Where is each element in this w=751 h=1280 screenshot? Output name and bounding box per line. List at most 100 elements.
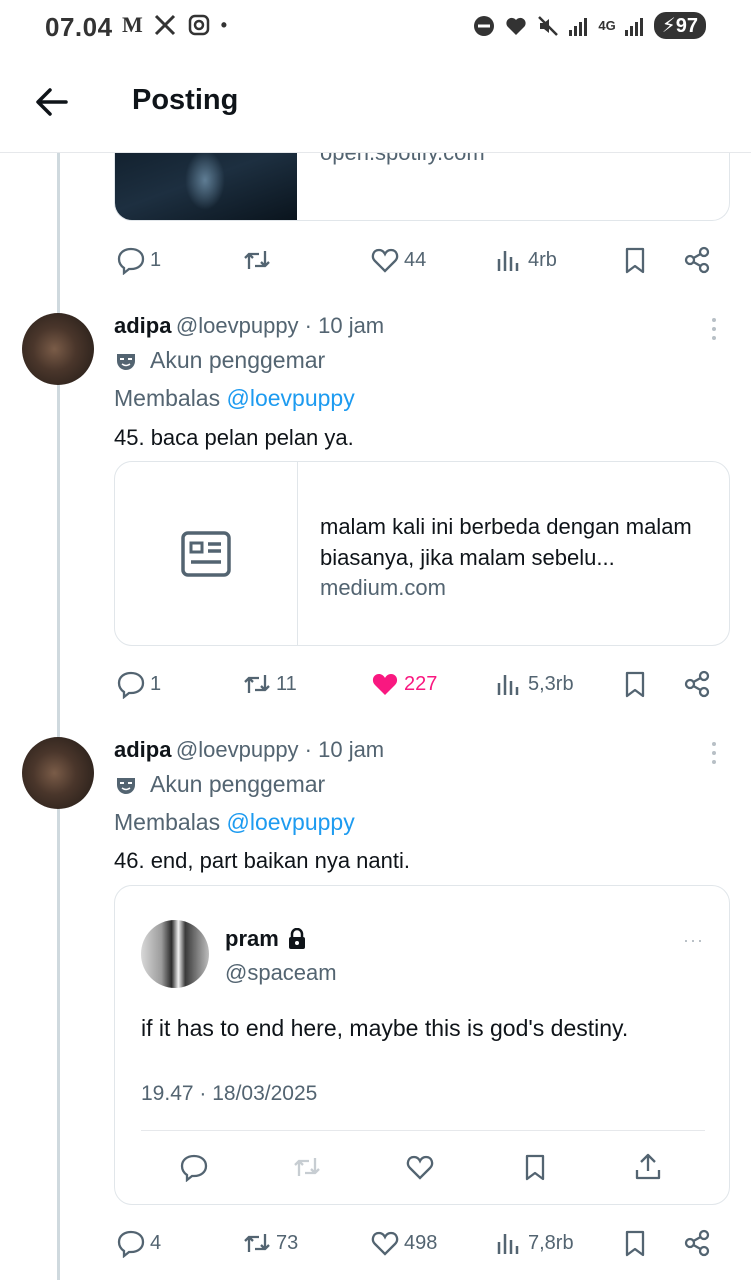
back-arrow-icon[interactable] [32, 82, 72, 122]
article-icon [181, 530, 231, 577]
views-icon [497, 1234, 519, 1254]
author-handle-time: @loevpuppy · 10 jam [175, 313, 385, 338]
action-bar: 1 11 227 5,3rb [114, 664, 714, 704]
avatar[interactable] [22, 737, 94, 809]
network-type: 4G [598, 17, 616, 33]
reply-prefix: Membalas [114, 809, 221, 835]
like-count: 227 [404, 672, 438, 695]
views-button[interactable]: 5,3rb [494, 664, 574, 704]
bookmark-button[interactable] [620, 664, 650, 704]
link-domain: medium.com [320, 575, 446, 600]
like-button[interactable]: 44 [370, 240, 426, 280]
lock-icon [288, 928, 305, 949]
header-overlay: Posting [0, 56, 751, 153]
share-button[interactable] [682, 664, 712, 704]
like-button[interactable]: 227 [370, 664, 437, 704]
fan-account-label: Akun penggemar [114, 771, 325, 798]
views-count: 7,8rb [528, 1231, 574, 1254]
views-icon [497, 251, 519, 271]
link-title: malam kali ini berbeda dengan malam bias… [320, 514, 692, 570]
retweet-icon [244, 251, 270, 269]
reply-icon [117, 247, 145, 275]
tweet-text: 45. baca pelan pelan ya. [114, 425, 354, 450]
retweet-count: 11 [276, 672, 297, 695]
tweet-header: adipa @loevpuppy · 10 jam [114, 737, 384, 763]
reply-icon[interactable] [179, 1152, 209, 1182]
reply-mention-link[interactable]: @loevpuppy [227, 809, 355, 835]
quoted-avatar[interactable] [141, 920, 209, 988]
retweet-button[interactable]: 11 [242, 664, 297, 704]
reply-icon [117, 1230, 145, 1258]
author-name[interactable]: adipa [114, 737, 171, 762]
bookmark-icon [625, 247, 645, 274]
tweet-text: 46. end, part baikan nya nanti. [114, 848, 410, 873]
like-button[interactable]: 498 [370, 1223, 437, 1263]
retweet-icon [244, 675, 270, 693]
retweet-count: 73 [276, 1231, 299, 1254]
instagram-notification-icon [188, 14, 210, 36]
status-bar: 07.04 M • 4G ⚡97 [0, 0, 751, 56]
quoted-more-icon[interactable]: ··· [683, 930, 704, 951]
fan-account-text: Akun penggemar [150, 771, 326, 797]
reply-button[interactable]: 1 [116, 240, 161, 280]
retweet-icon [244, 1234, 270, 1252]
reply-button[interactable]: 1 [116, 664, 161, 704]
action-bar: 4 73 498 7,8rb [114, 1223, 714, 1263]
reply-mention-link[interactable]: @loevpuppy [227, 385, 355, 411]
battery-indicator: ⚡97 [653, 12, 706, 39]
heart-filled-icon [372, 674, 398, 695]
mute-icon [538, 15, 559, 36]
views-count: 4rb [528, 248, 557, 271]
views-button[interactable]: 7,8rb [494, 1223, 574, 1263]
author-handle-time: @loevpuppy · 10 jam [175, 737, 385, 762]
views-button[interactable]: 4rb [494, 240, 557, 280]
battery-level: 97 [675, 15, 698, 37]
reply-count: 1 [150, 672, 162, 695]
reply-count: 1 [150, 248, 162, 271]
bookmark-button[interactable] [620, 240, 650, 280]
quoted-timestamp: 19.47 · 18/03/2025 [141, 1082, 318, 1105]
bookmark-icon[interactable] [520, 1152, 550, 1182]
heart-icon [371, 248, 399, 273]
link-thumbnail [115, 462, 298, 645]
share-icon [684, 670, 710, 698]
bookmark-icon [625, 671, 645, 698]
more-options-icon[interactable] [710, 742, 718, 764]
dot-icon: • [220, 14, 228, 35]
share-button[interactable] [682, 240, 712, 280]
share-icon [684, 246, 710, 274]
bookmark-icon [625, 1230, 645, 1257]
author-name[interactable]: adipa [114, 313, 171, 338]
share-button[interactable] [682, 1223, 712, 1263]
more-options-icon[interactable] [710, 318, 718, 340]
x-notification-icon [154, 14, 175, 36]
upload-share-icon[interactable] [633, 1152, 663, 1182]
views-count: 5,3rb [528, 672, 574, 695]
reply-button[interactable]: 4 [116, 1223, 161, 1263]
retweet-button[interactable] [242, 240, 276, 280]
share-icon [684, 1229, 710, 1257]
quoted-action-bar [141, 1150, 705, 1186]
like-count: 498 [404, 1231, 438, 1254]
quoted-divider [141, 1130, 705, 1131]
signal-icon-2 [624, 17, 643, 36]
mask-icon [117, 777, 135, 794]
reply-count: 4 [150, 1231, 162, 1254]
retweet-button[interactable]: 73 [242, 1223, 298, 1263]
heart-icon[interactable] [405, 1152, 435, 1182]
quoted-tweet-card[interactable]: pram @spaceam ··· if it has to end here,… [114, 885, 730, 1205]
quoted-author-name-row: pram [225, 926, 307, 952]
page-title: Posting [132, 84, 239, 116]
mail-notification-icon: M [122, 12, 143, 37]
status-time: 07.04 [45, 12, 113, 42]
bookmark-button[interactable] [620, 1223, 650, 1263]
reply-prefix: Membalas [114, 385, 221, 411]
quoted-author-name[interactable]: pram [225, 926, 279, 952]
views-icon [497, 675, 519, 695]
fan-account-label: Akun penggemar [114, 347, 325, 374]
avatar[interactable] [22, 313, 94, 385]
reply-context: Membalas @loevpuppy [114, 809, 355, 836]
retweet-icon[interactable] [292, 1152, 322, 1182]
medium-link-card[interactable]: malam kali ini berbeda dengan malam bias… [114, 461, 730, 646]
signal-icon [569, 17, 588, 36]
